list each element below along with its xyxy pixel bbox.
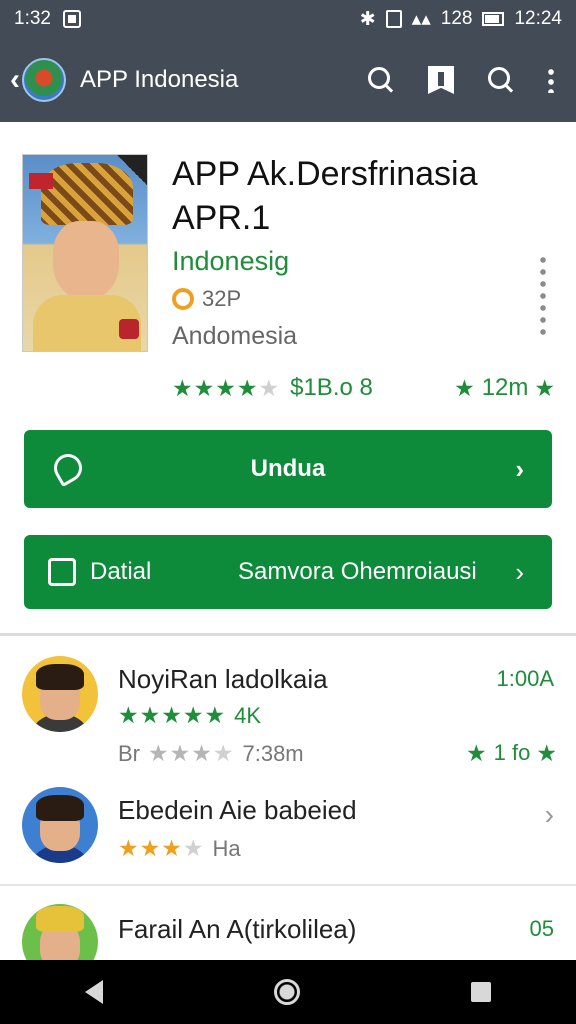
star-icon: ★ [466,740,488,766]
system-nav-bar [0,960,576,1024]
nav-back-icon[interactable] [85,980,104,1004]
nav-home-icon[interactable] [273,979,300,1005]
list-item-subtime: 7:38m [242,740,304,766]
nav-recents-icon[interactable] [470,982,491,1002]
app-region: Andomesia [172,322,298,350]
list-item-value: 05 [529,916,554,941]
rating-stars: ★★★★★ [172,374,281,401]
chevron-right-icon[interactable]: › [545,799,554,831]
status-time-right: 12:24 [514,8,562,29]
list-item-count: Ha [212,835,241,861]
more-vert-icon[interactable] [548,67,554,93]
search-icon[interactable] [366,65,396,95]
bookmark-icon[interactable] [428,66,454,94]
app-title-line1: APP Ak.Dersfrinasia [172,155,478,193]
list-item[interactable]: Ebedein Aie babeied ★★★★ Ha › [0,785,576,875]
age-rating: 32P [172,286,241,312]
list-divider [0,884,576,886]
avatar [22,904,98,960]
wifi-signal-icon: ▴▴ [411,8,431,30]
list-item-subrow: Br ★★★★ 7:38m ★ 1 fo ★ [118,740,558,766]
list-item-rating: ★★★★★ 4K [118,702,262,728]
list-item-count: 4K [234,702,262,728]
chevron-right-icon: › [515,556,524,587]
rating-count: $1B.o 8 [290,374,373,401]
star-icon: ★ [534,374,556,401]
app-logo [22,58,66,102]
list-item-name: Ebedein Aie babeied [118,795,357,825]
install-button[interactable]: Undua › [24,430,552,508]
detail-button[interactable]: Datial Samvora Ohemroiausi › [24,535,552,609]
status-time-left: 1:32 [14,8,51,29]
app-stats: ★★★★★ $1B.o 8 ★ 12m ★ [172,374,556,402]
detail-button-label: Datial [90,558,152,585]
back-icon[interactable]: ‹ [10,65,20,95]
status-indicator: 128 [440,8,473,29]
share-label: Samvora Ohemroiausi [238,558,477,585]
status-bar: 1:32 ✱ ▴▴ 128 12:24 [0,0,576,38]
avatar [22,787,98,863]
star-icon: ★ [536,740,558,766]
install-button-label: Undua [250,455,326,482]
toolbar-title: APP Indonesia [80,66,239,93]
app-title-line2: APR.1 [172,199,271,237]
app-cover-image [22,154,148,352]
developer-name[interactable]: Indonesig [172,246,289,277]
bluetooth-icon: ✱ [359,8,376,30]
app-toolbar: ‹ APP Indonesia [0,38,576,122]
list-item-name: Farail An A(tirkolilea) [118,914,357,944]
vibrate-icon [385,10,402,28]
install-icon [48,448,88,488]
star-icon: ★ [454,374,476,401]
chevron-right-icon: › [515,453,524,484]
list-item-name: NoyiRan ladolkaia [118,664,328,694]
age-rating-icon [172,288,194,310]
search-icon-secondary[interactable] [486,65,516,95]
chat-icon [48,558,76,586]
avatar [22,656,98,732]
overflow-menu-icon[interactable] [540,254,546,338]
age-rating-label: 32P [202,286,242,311]
list-item-time: 1:00A [496,666,555,691]
battery-icon [482,12,505,26]
list-item[interactable]: NoyiRan ladolkaia 1:00A ★★★★★ 4K Br ★★★★… [0,650,576,780]
home-notification-icon [62,10,81,28]
section-divider [0,633,576,636]
app-title: APP Ak.Dersfrinasia APR.1 [172,152,542,240]
download-count: 12m [481,374,529,401]
app-header: APP Ak.Dersfrinasia APR.1 Indonesig 32P … [0,122,576,634]
list-item-rating: ★★★★ Ha [118,835,241,861]
list-item[interactable]: Farail An A(tirkolilea) 05 [0,900,576,960]
